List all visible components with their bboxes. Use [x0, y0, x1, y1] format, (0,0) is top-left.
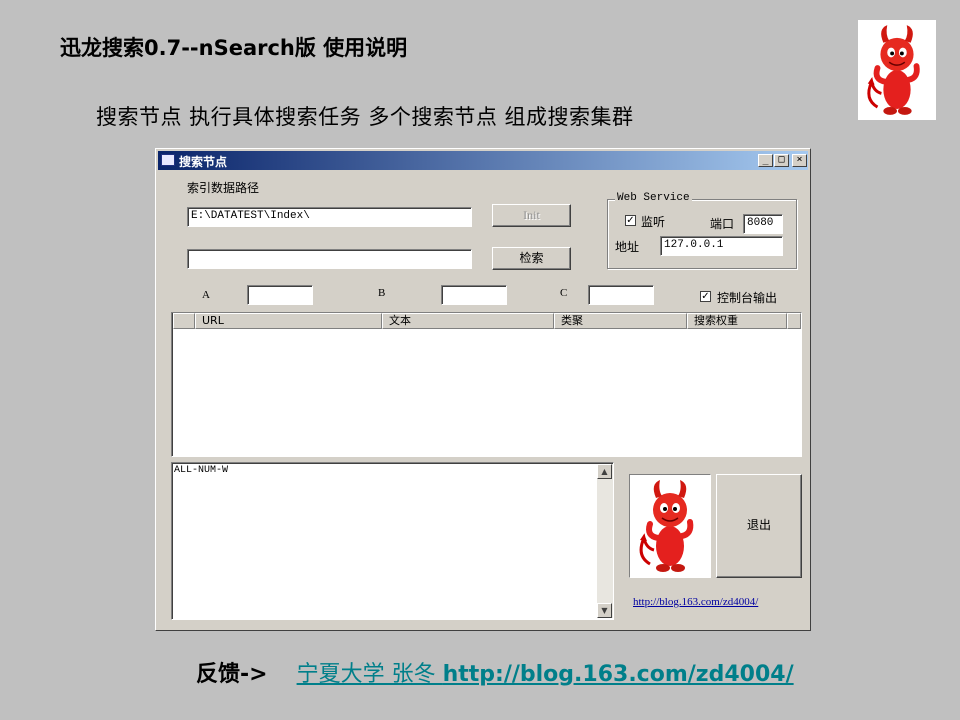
listen-label: 监听 — [641, 215, 666, 229]
address-input[interactable]: 127.0.0.1 — [660, 236, 783, 256]
scroll-down-icon[interactable]: ▼ — [597, 603, 612, 618]
log-textarea[interactable]: ALL-NUM-W — [171, 462, 614, 620]
feedback-label: 反馈-> — [196, 662, 268, 687]
scroll-up-icon[interactable]: ▲ — [597, 464, 612, 479]
check-icon: ✓ — [626, 215, 635, 226]
feedback-url: http://blog.163.com/zd4004/ — [442, 662, 794, 687]
console-output-label: 控制台输出 — [717, 291, 778, 305]
web-service-group — [607, 199, 797, 269]
query-input[interactable] — [187, 249, 472, 269]
log-text: ALL-NUM-W — [174, 465, 229, 476]
footer: 反馈-> 宁夏大学 张冬 http://blog.163.com/zd4004/ — [196, 656, 794, 688]
web-service-legend: Web Service — [615, 192, 692, 204]
slide-title: 迅龙搜索0.7--nSearch版 使用说明 — [60, 36, 408, 60]
close-button[interactable]: × — [792, 154, 807, 167]
table-header-blank — [173, 313, 195, 329]
maximize-button[interactable]: □ — [774, 154, 789, 167]
devil-mascot-icon — [630, 475, 710, 577]
blog-link[interactable]: http://blog.163.com/zd4004/ — [633, 596, 758, 608]
mascot-picture — [629, 474, 711, 578]
app-icon — [161, 154, 175, 166]
label-a: A — [202, 289, 210, 301]
feedback-link[interactable]: 宁夏大学 张冬 http://blog.163.com/zd4004/ — [297, 662, 794, 687]
window-titlebar[interactable]: 搜索节点 _ □ × — [158, 151, 808, 170]
index-path-label: 索引数据路径 — [187, 181, 260, 195]
address-label: 地址 — [615, 240, 640, 254]
column-header-cluster[interactable]: 类聚 — [554, 313, 687, 329]
label-c: C — [560, 287, 568, 299]
search-button[interactable]: 检索 — [492, 247, 571, 270]
table-header-end — [787, 313, 801, 329]
label-b: B — [378, 287, 386, 299]
column-header-url[interactable]: URL — [195, 313, 382, 329]
index-path-input[interactable]: E:\DATATEST\Index\ — [187, 207, 472, 227]
minimize-button[interactable]: _ — [758, 154, 773, 167]
slide-subtitle: 搜索节点 执行具体搜索任务 多个搜索节点 组成搜索集群 — [96, 105, 634, 129]
port-label: 端口 — [710, 217, 735, 231]
console-output-checkbox[interactable]: ✓ — [700, 291, 711, 302]
input-b[interactable] — [441, 285, 507, 305]
feedback-author: 宁夏大学 张冬 — [296, 662, 443, 687]
input-a[interactable] — [247, 285, 313, 305]
column-header-weight[interactable]: 搜索权重 — [687, 313, 787, 329]
exit-button[interactable]: 退出 — [716, 474, 802, 578]
results-table[interactable]: URL 文本 类聚 搜索权重 — [171, 312, 802, 457]
window-title: 搜索节点 — [179, 155, 228, 169]
listen-checkbox[interactable]: ✓ — [625, 215, 636, 226]
init-button[interactable]: Init — [492, 204, 571, 227]
check-icon: ✓ — [701, 291, 710, 302]
column-header-text[interactable]: 文本 — [382, 313, 554, 329]
devil-mascot-icon — [858, 20, 936, 120]
log-scrollbar[interactable]: ▲ ▼ — [597, 464, 613, 618]
search-node-window: 搜索节点 _ □ × 索引数据路径 E:\DATATEST\Index\ Ini… — [155, 148, 811, 631]
input-c[interactable] — [588, 285, 654, 305]
port-input[interactable]: 8080 — [743, 214, 783, 234]
